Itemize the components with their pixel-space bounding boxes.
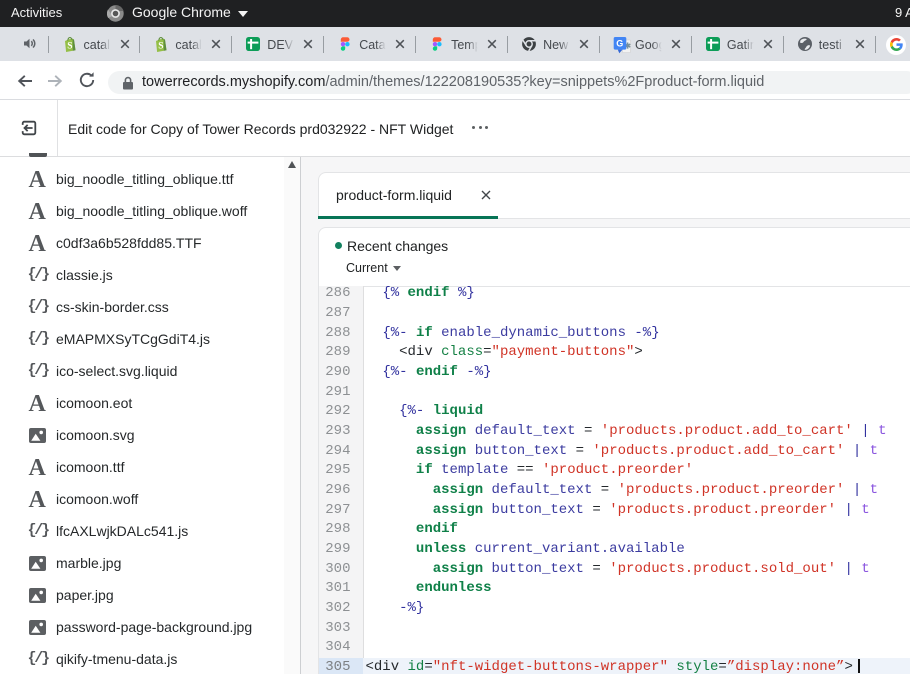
svg-text:G: G <box>616 39 623 49</box>
svg-text:S: S <box>67 42 72 52</box>
svg-text:S: S <box>159 42 164 52</box>
